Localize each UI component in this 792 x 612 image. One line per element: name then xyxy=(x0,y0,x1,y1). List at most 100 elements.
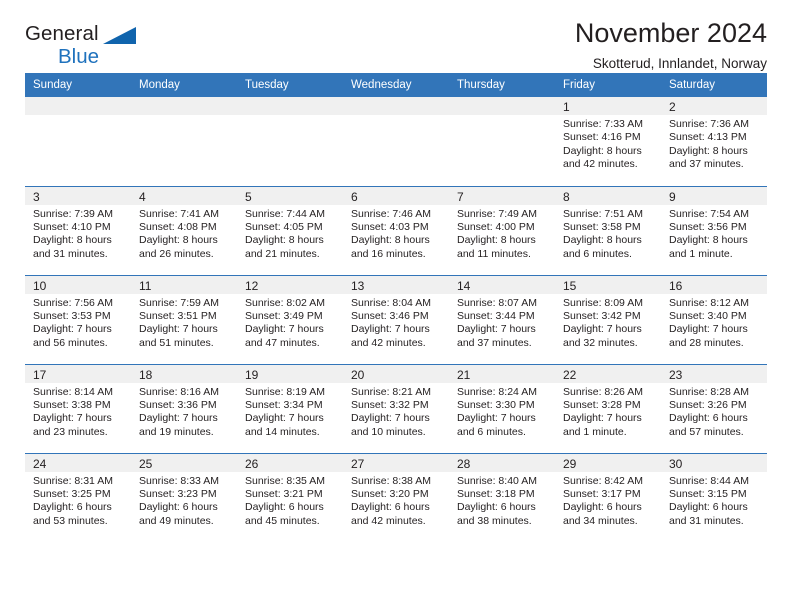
daylight-text: and 45 minutes. xyxy=(245,514,320,527)
daylight-text: and 49 minutes. xyxy=(139,514,214,527)
day-number: 20 xyxy=(343,364,449,383)
daylight-text: Daylight: 7 hours xyxy=(351,412,430,425)
daylight-text: Daylight: 8 hours xyxy=(563,234,642,247)
sunset-text: Sunset: 4:08 PM xyxy=(139,220,217,233)
day-details: Sunrise: 8:07 AM Sunset: 3:44 PM Daylight:… xyxy=(449,294,555,351)
calendar-day-cell[interactable]: 7 Sunrise: 7:49 AM Sunset: 4:00 PM Daylight… xyxy=(449,185,555,275)
sunset-text: Sunset: 3:15 PM xyxy=(669,487,747,500)
day-details: Sunrise: 8:42 AM Sunset: 3:17 PM Daylight:… xyxy=(555,472,661,529)
calendar-day-cell[interactable]: 30 Sunrise: 8:44 AM Sunset: 3:15 PM Dayligh… xyxy=(661,452,767,542)
day-number: 26 xyxy=(237,453,343,472)
day-number: 15 xyxy=(555,275,661,294)
sunset-text: Sunset: 3:34 PM xyxy=(245,398,323,411)
calendar-day-cell[interactable]: 27 Sunrise: 8:38 AM Sunset: 3:20 PM Dayligh… xyxy=(343,452,449,542)
calendar-day-cell[interactable]: 6 Sunrise: 7:46 AM Sunset: 4:03 PM Daylight… xyxy=(343,185,449,275)
daylight-text: Daylight: 8 hours xyxy=(457,234,536,247)
daylight-text: Daylight: 6 hours xyxy=(139,501,218,514)
sunrise-text: Sunrise: 8:12 AM xyxy=(669,296,749,309)
sunrise-text: Sunrise: 8:24 AM xyxy=(457,385,537,398)
daylight-text: and 31 minutes. xyxy=(33,247,108,260)
daylight-text: and 42 minutes. xyxy=(351,336,426,349)
sunrise-text: Sunrise: 8:40 AM xyxy=(457,474,537,487)
calendar-day-cell[interactable]: 25 Sunrise: 8:33 AM Sunset: 3:23 PM Dayligh… xyxy=(131,452,237,542)
sunset-text: Sunset: 4:05 PM xyxy=(245,220,323,233)
calendar-day-cell[interactable]: 2 Sunrise: 7:36 AM Sunset: 4:13 PM Daylight… xyxy=(661,97,767,186)
day-number: 17 xyxy=(25,364,131,383)
day-number: 5 xyxy=(237,186,343,205)
sunrise-text: Sunrise: 8:31 AM xyxy=(33,474,113,487)
day-details xyxy=(449,115,555,118)
calendar-day-cell[interactable]: 12 Sunrise: 8:02 AM Sunset: 3:49 PM Dayligh… xyxy=(237,274,343,364)
day-details: Sunrise: 7:36 AM Sunset: 4:13 PM Daylight:… xyxy=(661,115,767,172)
day-details: Sunrise: 8:38 AM Sunset: 3:20 PM Daylight:… xyxy=(343,472,449,529)
calendar-day-cell[interactable]: 3 Sunrise: 7:39 AM Sunset: 4:10 PM Daylight… xyxy=(25,185,131,275)
day-number xyxy=(131,97,237,115)
day-number: 24 xyxy=(25,453,131,472)
calendar-page: General Blue November 2024 Skotterud, In… xyxy=(0,0,792,612)
day-details: Sunrise: 7:49 AM Sunset: 4:00 PM Daylight:… xyxy=(449,205,555,262)
calendar-day-cell[interactable]: 24 Sunrise: 8:31 AM Sunset: 3:25 PM Dayligh… xyxy=(25,452,131,542)
daylight-text: and 51 minutes. xyxy=(139,336,214,349)
calendar-day-cell-empty xyxy=(449,97,555,186)
calendar-day-cell[interactable]: 23 Sunrise: 8:28 AM Sunset: 3:26 PM Dayligh… xyxy=(661,363,767,453)
calendar-day-cell[interactable]: 10 Sunrise: 7:56 AM Sunset: 3:53 PM Dayligh… xyxy=(25,274,131,364)
daylight-text: and 16 minutes. xyxy=(351,247,426,260)
sunrise-text: Sunrise: 7:54 AM xyxy=(669,207,749,220)
day-number: 10 xyxy=(25,275,131,294)
calendar-day-cell[interactable]: 17 Sunrise: 8:14 AM Sunset: 3:38 PM Dayligh… xyxy=(25,363,131,453)
calendar-day-cell[interactable]: 26 Sunrise: 8:35 AM Sunset: 3:21 PM Dayligh… xyxy=(237,452,343,542)
calendar-day-cell[interactable]: 16 Sunrise: 8:12 AM Sunset: 3:40 PM Dayligh… xyxy=(661,274,767,364)
day-details xyxy=(25,115,131,118)
calendar-week-row: 1 Sunrise: 7:33 AM Sunset: 4:16 PM Daylight… xyxy=(25,97,767,186)
daylight-text: Daylight: 7 hours xyxy=(139,323,218,336)
daylight-text: and 42 minutes. xyxy=(351,514,426,527)
sunset-text: Sunset: 3:25 PM xyxy=(33,487,111,500)
sunrise-text: Sunrise: 7:46 AM xyxy=(351,207,431,220)
day-details: Sunrise: 8:24 AM Sunset: 3:30 PM Daylight:… xyxy=(449,383,555,440)
sunrise-text: Sunrise: 7:44 AM xyxy=(245,207,325,220)
calendar-day-cell[interactable]: 13 Sunrise: 8:04 AM Sunset: 3:46 PM Dayligh… xyxy=(343,274,449,364)
calendar-day-cell[interactable]: 9 Sunrise: 7:54 AM Sunset: 3:56 PM Daylight… xyxy=(661,185,767,275)
calendar-day-cell[interactable]: 18 Sunrise: 8:16 AM Sunset: 3:36 PM Dayligh… xyxy=(131,363,237,453)
daylight-text: Daylight: 7 hours xyxy=(457,412,536,425)
page-title: November 2024 xyxy=(574,18,767,48)
calendar-day-cell[interactable]: 5 Sunrise: 7:44 AM Sunset: 4:05 PM Daylight… xyxy=(237,185,343,275)
daylight-text: and 10 minutes. xyxy=(351,425,426,438)
triangle-icon xyxy=(103,27,136,44)
page-subtitle: Skotterud, Innlandet, Norway xyxy=(592,56,767,72)
calendar-day-cell[interactable]: 21 Sunrise: 8:24 AM Sunset: 3:30 PM Dayligh… xyxy=(449,363,555,453)
calendar-day-cell[interactable]: 19 Sunrise: 8:19 AM Sunset: 3:34 PM Dayligh… xyxy=(237,363,343,453)
general-blue-logo[interactable]: General Blue xyxy=(25,23,205,72)
day-details: Sunrise: 7:33 AM Sunset: 4:16 PM Daylight:… xyxy=(555,115,661,172)
weekday-header-saturday: Saturday xyxy=(661,73,767,97)
calendar-day-cell[interactable]: 4 Sunrise: 7:41 AM Sunset: 4:08 PM Daylight… xyxy=(131,185,237,275)
day-number: 19 xyxy=(237,364,343,383)
calendar-day-cell[interactable]: 15 Sunrise: 8:09 AM Sunset: 3:42 PM Dayligh… xyxy=(555,274,661,364)
sunrise-text: Sunrise: 8:35 AM xyxy=(245,474,325,487)
daylight-text: and 6 minutes. xyxy=(457,425,526,438)
calendar-day-cell[interactable]: 22 Sunrise: 8:26 AM Sunset: 3:28 PM Dayligh… xyxy=(555,363,661,453)
day-details: Sunrise: 8:21 AM Sunset: 3:32 PM Daylight:… xyxy=(343,383,449,440)
daylight-text: and 37 minutes. xyxy=(457,336,532,349)
sunset-text: Sunset: 3:32 PM xyxy=(351,398,429,411)
calendar-day-cell[interactable]: 29 Sunrise: 8:42 AM Sunset: 3:17 PM Dayligh… xyxy=(555,452,661,542)
day-number: 30 xyxy=(661,453,767,472)
daylight-text: and 53 minutes. xyxy=(33,514,108,527)
calendar-day-cell[interactable]: 8 Sunrise: 7:51 AM Sunset: 3:58 PM Daylight… xyxy=(555,185,661,275)
sunset-text: Sunset: 3:42 PM xyxy=(563,309,641,322)
calendar-day-cell[interactable]: 11 Sunrise: 7:59 AM Sunset: 3:51 PM Dayligh… xyxy=(131,274,237,364)
daylight-text: Daylight: 7 hours xyxy=(139,412,218,425)
daylight-text: Daylight: 6 hours xyxy=(457,501,536,514)
day-number: 25 xyxy=(131,453,237,472)
sunset-text: Sunset: 3:17 PM xyxy=(563,487,641,500)
calendar-day-cell[interactable]: 1 Sunrise: 7:33 AM Sunset: 4:16 PM Daylight… xyxy=(555,97,661,186)
day-number: 16 xyxy=(661,275,767,294)
calendar-day-cell[interactable]: 20 Sunrise: 8:21 AM Sunset: 3:32 PM Dayligh… xyxy=(343,363,449,453)
calendar-day-cell[interactable]: 14 Sunrise: 8:07 AM Sunset: 3:44 PM Dayligh… xyxy=(449,274,555,364)
daylight-text: Daylight: 6 hours xyxy=(669,501,748,514)
daylight-text: and 14 minutes. xyxy=(245,425,320,438)
day-details: Sunrise: 8:12 AM Sunset: 3:40 PM Daylight:… xyxy=(661,294,767,351)
day-details: Sunrise: 7:41 AM Sunset: 4:08 PM Daylight:… xyxy=(131,205,237,262)
calendar-day-cell[interactable]: 28 Sunrise: 8:40 AM Sunset: 3:18 PM Dayligh… xyxy=(449,452,555,542)
day-details: Sunrise: 7:56 AM Sunset: 3:53 PM Daylight:… xyxy=(25,294,131,351)
